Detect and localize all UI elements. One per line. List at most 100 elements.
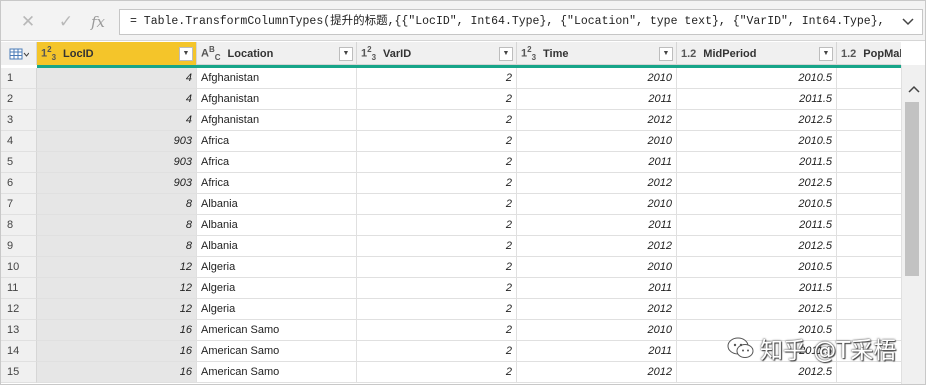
cell-popmale[interactable] bbox=[837, 152, 901, 173]
row-number[interactable]: 12 bbox=[1, 299, 37, 320]
cell-varid[interactable]: 2 bbox=[357, 278, 517, 299]
filter-dropdown-icon[interactable]: ▼ bbox=[499, 46, 513, 61]
table-row[interactable]: 6 903 Africa 2 2012 2012.5 bbox=[1, 173, 901, 194]
decimal-type-icon[interactable]: 1.2 bbox=[841, 48, 856, 60]
cell-midperiod[interactable]: 2011.5 bbox=[677, 341, 837, 362]
cell-location[interactable]: American Samo bbox=[197, 320, 357, 341]
filter-dropdown-icon[interactable]: ▼ bbox=[819, 46, 833, 61]
cell-location[interactable]: American Samo bbox=[197, 341, 357, 362]
table-row[interactable]: 12 12 Algeria 2 2012 2012.5 bbox=[1, 299, 901, 320]
cell-locid[interactable]: 903 bbox=[37, 173, 197, 194]
cell-location[interactable]: Afghanistan bbox=[197, 89, 357, 110]
cell-varid[interactable]: 2 bbox=[357, 341, 517, 362]
cell-varid[interactable]: 2 bbox=[357, 194, 517, 215]
cell-midperiod[interactable]: 2010.5 bbox=[677, 194, 837, 215]
cell-varid[interactable]: 2 bbox=[357, 320, 517, 341]
row-number[interactable]: 2 bbox=[1, 89, 37, 110]
row-number[interactable]: 5 bbox=[1, 152, 37, 173]
cell-locid[interactable]: 903 bbox=[37, 152, 197, 173]
cell-location[interactable]: Afghanistan bbox=[197, 68, 357, 89]
filter-dropdown-icon[interactable]: ▼ bbox=[179, 46, 193, 61]
whole-number-type-icon[interactable]: 123 bbox=[41, 45, 56, 62]
row-number[interactable]: 7 bbox=[1, 194, 37, 215]
cell-time[interactable]: 2011 bbox=[517, 278, 677, 299]
table-row[interactable]: 4 903 Africa 2 2010 2010.5 bbox=[1, 131, 901, 152]
row-number[interactable]: 9 bbox=[1, 236, 37, 257]
scroll-up-icon[interactable] bbox=[902, 81, 925, 97]
scrollbar-thumb[interactable] bbox=[905, 102, 919, 276]
cell-location[interactable]: Africa bbox=[197, 131, 357, 152]
column-header-time[interactable]: 123 Time ▼ bbox=[517, 42, 677, 65]
cell-popmale[interactable] bbox=[837, 341, 901, 362]
cell-varid[interactable]: 2 bbox=[357, 110, 517, 131]
cell-location[interactable]: American Samo bbox=[197, 362, 357, 383]
cell-time[interactable]: 2011 bbox=[517, 89, 677, 110]
row-number[interactable]: 6 bbox=[1, 173, 37, 194]
cell-popmale[interactable] bbox=[837, 68, 901, 89]
decimal-type-icon[interactable]: 1.2 bbox=[681, 48, 696, 60]
cell-location[interactable]: Albania bbox=[197, 194, 357, 215]
cell-locid[interactable]: 4 bbox=[37, 89, 197, 110]
cell-varid[interactable]: 2 bbox=[357, 173, 517, 194]
cell-varid[interactable]: 2 bbox=[357, 362, 517, 383]
cell-popmale[interactable] bbox=[837, 362, 901, 383]
cell-midperiod[interactable]: 2012.5 bbox=[677, 299, 837, 320]
cell-locid[interactable]: 8 bbox=[37, 194, 197, 215]
table-row[interactable]: 2 4 Afghanistan 2 2011 2011.5 bbox=[1, 89, 901, 110]
cell-popmale[interactable] bbox=[837, 278, 901, 299]
table-row[interactable]: 8 8 Albania 2 2011 2011.5 bbox=[1, 215, 901, 236]
cell-varid[interactable]: 2 bbox=[357, 257, 517, 278]
cell-midperiod[interactable]: 2011.5 bbox=[677, 152, 837, 173]
table-row[interactable]: 1 4 Afghanistan 2 2010 2010.5 bbox=[1, 68, 901, 89]
cell-popmale[interactable] bbox=[837, 236, 901, 257]
table-row[interactable]: 15 16 American Samo 2 2012 2012.5 bbox=[1, 362, 901, 383]
table-row[interactable]: 11 12 Algeria 2 2011 2011.5 bbox=[1, 278, 901, 299]
cell-locid[interactable]: 16 bbox=[37, 341, 197, 362]
filter-dropdown-icon[interactable]: ▼ bbox=[659, 46, 673, 61]
cell-popmale[interactable] bbox=[837, 173, 901, 194]
cell-time[interactable]: 2010 bbox=[517, 131, 677, 152]
column-header-location[interactable]: ABC Location ▼ bbox=[197, 42, 357, 65]
cell-locid[interactable]: 4 bbox=[37, 68, 197, 89]
row-number[interactable]: 3 bbox=[1, 110, 37, 131]
formula-input[interactable]: = Table.TransformColumnTypes(提升的标题,{{"Lo… bbox=[119, 9, 923, 35]
cell-time[interactable]: 2012 bbox=[517, 173, 677, 194]
table-row[interactable]: 5 903 Africa 2 2011 2011.5 bbox=[1, 152, 901, 173]
cell-midperiod[interactable]: 2011.5 bbox=[677, 215, 837, 236]
row-number[interactable]: 4 bbox=[1, 131, 37, 152]
table-row[interactable]: 10 12 Algeria 2 2010 2010.5 bbox=[1, 257, 901, 278]
cell-varid[interactable]: 2 bbox=[357, 131, 517, 152]
row-number[interactable]: 8 bbox=[1, 215, 37, 236]
cell-popmale[interactable] bbox=[837, 194, 901, 215]
cell-midperiod[interactable]: 2010.5 bbox=[677, 320, 837, 341]
cell-time[interactable]: 2012 bbox=[517, 110, 677, 131]
table-row[interactable]: 9 8 Albania 2 2012 2012.5 bbox=[1, 236, 901, 257]
row-number[interactable]: 14 bbox=[1, 341, 37, 362]
cell-locid[interactable]: 12 bbox=[37, 278, 197, 299]
cell-time[interactable]: 2010 bbox=[517, 257, 677, 278]
cell-location[interactable]: Africa bbox=[197, 152, 357, 173]
whole-number-type-icon[interactable]: 123 bbox=[521, 45, 536, 62]
cell-popmale[interactable] bbox=[837, 257, 901, 278]
table-menu-icon[interactable] bbox=[1, 42, 37, 65]
cell-locid[interactable]: 8 bbox=[37, 215, 197, 236]
fx-insert-function-icon[interactable]: fx bbox=[87, 11, 109, 33]
cell-midperiod[interactable]: 2011.5 bbox=[677, 278, 837, 299]
cell-midperiod[interactable]: 2010.5 bbox=[677, 68, 837, 89]
cell-location[interactable]: Algeria bbox=[197, 257, 357, 278]
cell-midperiod[interactable]: 2012.5 bbox=[677, 110, 837, 131]
cell-midperiod[interactable]: 2012.5 bbox=[677, 173, 837, 194]
cell-varid[interactable]: 2 bbox=[357, 68, 517, 89]
cell-midperiod[interactable]: 2012.5 bbox=[677, 236, 837, 257]
vertical-scrollbar[interactable] bbox=[901, 65, 925, 384]
cell-midperiod[interactable]: 2010.5 bbox=[677, 131, 837, 152]
cell-midperiod[interactable]: 2010.5 bbox=[677, 257, 837, 278]
row-number[interactable]: 11 bbox=[1, 278, 37, 299]
cell-popmale[interactable] bbox=[837, 215, 901, 236]
cell-time[interactable]: 2011 bbox=[517, 215, 677, 236]
cell-locid[interactable]: 8 bbox=[37, 236, 197, 257]
column-header-locid[interactable]: 123 LocID ▼ bbox=[37, 42, 197, 65]
row-number[interactable]: 15 bbox=[1, 362, 37, 383]
cell-location[interactable]: Algeria bbox=[197, 299, 357, 320]
cell-popmale[interactable] bbox=[837, 110, 901, 131]
